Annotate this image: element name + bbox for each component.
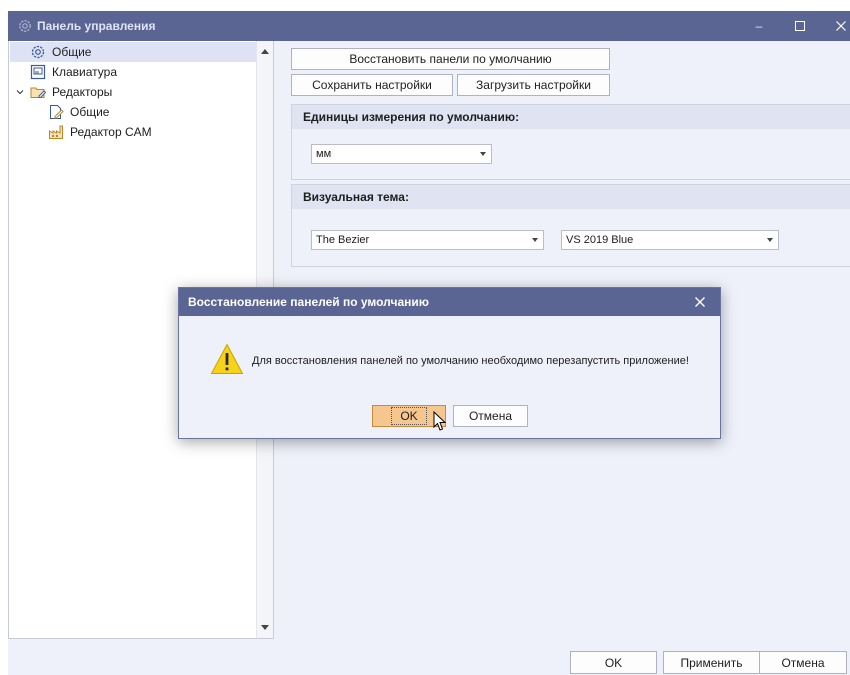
mouse-cursor-icon bbox=[433, 411, 447, 431]
combobox-value: The Bezier bbox=[316, 234, 370, 246]
button-label: OK bbox=[391, 407, 427, 425]
tree-item-general[interactable]: Общие bbox=[10, 42, 257, 62]
factory-icon bbox=[49, 125, 63, 139]
restore-panels-dialog: Восстановление панелей по умолчанию Для … bbox=[178, 287, 721, 439]
button-label: Восстановить панели по умолчанию bbox=[349, 52, 552, 66]
folder-edit-icon bbox=[30, 87, 46, 98]
dialog-title: Восстановление панелей по умолчанию bbox=[188, 295, 430, 309]
tree-item-label: Клавиатура bbox=[52, 65, 117, 79]
units-group-header: Единицы измерения по умолчанию: bbox=[292, 105, 850, 129]
maximize-icon bbox=[795, 21, 805, 31]
palette-combobox[interactable]: VS 2019 Blue bbox=[561, 230, 779, 250]
footer-apply-button[interactable]: Применить bbox=[663, 651, 760, 674]
close-icon bbox=[836, 21, 846, 31]
dialog-title-bar: Восстановление панелей по умолчанию bbox=[179, 288, 720, 316]
tree-item-keyboard[interactable]: Клавиатура bbox=[10, 62, 117, 82]
footer-cancel-button[interactable]: Отмена bbox=[759, 651, 847, 674]
footer-ok-button[interactable]: OK bbox=[570, 651, 657, 674]
button-label: Сохранить настройки bbox=[312, 78, 432, 92]
minimize-button[interactable]: – bbox=[738, 11, 780, 41]
triangle-up-icon bbox=[261, 49, 269, 54]
tree-item-label: Общие bbox=[52, 45, 92, 59]
close-icon bbox=[695, 297, 705, 307]
skin-combobox[interactable]: The Bezier bbox=[311, 230, 544, 250]
button-label: OK bbox=[604, 655, 623, 670]
gear-icon bbox=[19, 20, 31, 32]
units-combobox[interactable]: мм bbox=[311, 144, 492, 164]
button-label: Применить bbox=[680, 655, 743, 670]
document-edit-icon bbox=[50, 105, 64, 119]
tree-item-label: Редакторы bbox=[52, 85, 113, 99]
warning-icon bbox=[210, 343, 244, 374]
theme-group: Визуальная тема: The Bezier VS 2019 Blue bbox=[291, 184, 850, 267]
restore-panels-button[interactable]: Восстановить панели по умолчанию bbox=[291, 48, 610, 70]
theme-group-header: Визуальная тема: bbox=[292, 185, 850, 209]
load-settings-button[interactable]: Загрузить настройки bbox=[457, 74, 610, 96]
tree-item-cam-editor[interactable]: Редактор CAM bbox=[10, 122, 152, 142]
tree-item-editors[interactable]: Редакторы bbox=[10, 82, 112, 102]
scroll-up-button[interactable] bbox=[257, 43, 273, 59]
tree-item-editors-general[interactable]: Общие bbox=[10, 102, 109, 122]
button-label: Загрузить настройки bbox=[476, 78, 591, 92]
dialog-close-button[interactable] bbox=[686, 288, 714, 316]
dropdown-arrow-icon bbox=[480, 152, 486, 156]
dialog-cancel-button[interactable]: Отмена bbox=[453, 405, 528, 427]
gear-icon bbox=[31, 45, 45, 59]
units-group: Единицы измерения по умолчанию: мм bbox=[291, 104, 850, 180]
dropdown-arrow-icon bbox=[767, 238, 773, 242]
button-label: Отмена bbox=[468, 409, 513, 423]
dialog-message: Для восстановления панелей по умолчанию … bbox=[252, 355, 689, 367]
window-title: Панель управления bbox=[37, 19, 156, 33]
title-bar: Панель управления – bbox=[8, 11, 850, 41]
save-settings-button[interactable]: Сохранить настройки bbox=[291, 74, 453, 96]
tree-item-label: Общие bbox=[70, 105, 110, 119]
button-label: Отмена bbox=[781, 655, 825, 670]
minimize-icon: – bbox=[755, 19, 763, 33]
keyboard-icon bbox=[30, 64, 46, 80]
close-button[interactable] bbox=[820, 11, 850, 41]
scroll-down-button[interactable] bbox=[257, 620, 273, 636]
combobox-value: мм bbox=[316, 148, 332, 160]
triangle-down-icon bbox=[261, 625, 269, 630]
tree-item-label: Редактор CAM bbox=[70, 125, 152, 139]
dropdown-arrow-icon bbox=[532, 238, 538, 242]
combobox-value: VS 2019 Blue bbox=[566, 234, 634, 246]
maximize-button[interactable] bbox=[779, 11, 821, 41]
chevron-down-icon[interactable] bbox=[14, 86, 26, 98]
